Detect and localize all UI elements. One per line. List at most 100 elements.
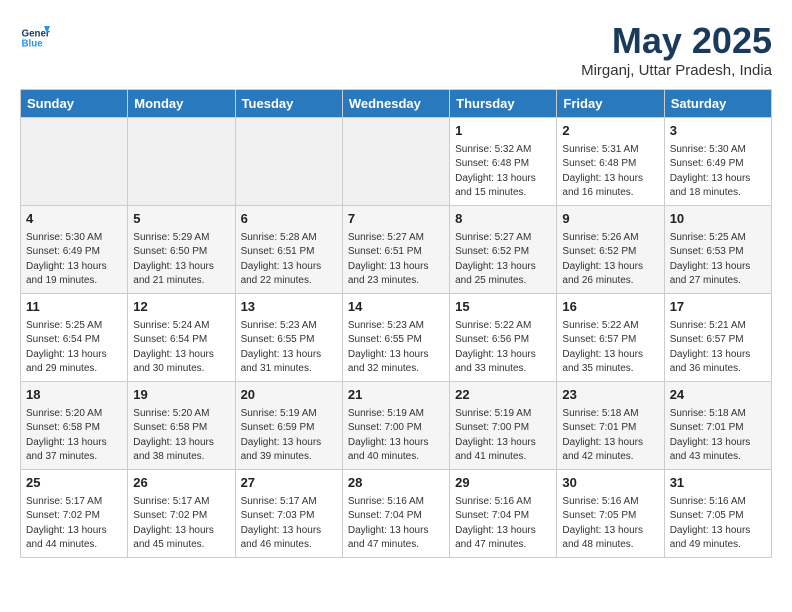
day-info: and 42 minutes.	[562, 450, 658, 465]
day-info: Daylight: 13 hours	[670, 436, 766, 451]
day-info: Sunrise: 5:19 AM	[348, 407, 444, 422]
day-info: and 37 minutes.	[26, 450, 122, 465]
day-info: and 49 minutes.	[670, 538, 766, 553]
day-info: Sunrise: 5:26 AM	[562, 231, 658, 246]
day-info: Daylight: 13 hours	[133, 348, 229, 363]
calendar-cell: 12Sunrise: 5:24 AMSunset: 6:54 PMDayligh…	[128, 294, 235, 382]
day-info: Daylight: 13 hours	[26, 260, 122, 275]
day-info: and 30 minutes.	[133, 362, 229, 377]
weekday-header: Friday	[557, 90, 664, 118]
calendar-cell: 2Sunrise: 5:31 AMSunset: 6:48 PMDaylight…	[557, 118, 664, 206]
day-info: Sunrise: 5:16 AM	[670, 495, 766, 510]
calendar-cell: 25Sunrise: 5:17 AMSunset: 7:02 PMDayligh…	[21, 470, 128, 558]
calendar-cell: 19 Sunrise: 5:20 AMSunset: 6:58 PMDayligh…	[128, 382, 235, 470]
day-number: 19	[133, 386, 229, 405]
day-info: Sunset: 6:52 PM	[562, 245, 658, 260]
day-info: and 26 minutes.	[562, 274, 658, 289]
day-info: Daylight: 13 hours	[670, 524, 766, 539]
day-info: Daylight: 13 hours	[455, 524, 551, 539]
calendar-cell: 5Sunrise: 5:29 AMSunset: 6:50 PMDaylight…	[128, 206, 235, 294]
day-info: Sunset: 7:04 PM	[455, 509, 551, 524]
calendar-cell	[235, 118, 342, 206]
day-number: 22	[455, 386, 551, 405]
day-info: and 45 minutes.	[133, 538, 229, 553]
day-info: Daylight: 13 hours	[241, 260, 337, 275]
day-info: Sunset: 6:53 PM	[670, 245, 766, 260]
day-number: 26	[133, 474, 229, 493]
day-info: Sunset: 7:03 PM	[241, 509, 337, 524]
day-number: 4	[26, 210, 122, 229]
day-info: Sunrise: 5:16 AM	[348, 495, 444, 510]
day-info: Sunrise: 5:20 AM	[26, 407, 122, 422]
day-info: and 23 minutes.	[348, 274, 444, 289]
calendar-cell	[21, 118, 128, 206]
day-number: 18	[26, 386, 122, 405]
day-info: Sunset: 6:52 PM	[455, 245, 551, 260]
calendar-cell: 18Sunrise: 5:20 AMSunset: 6:58 PMDayligh…	[21, 382, 128, 470]
day-info: Sunrise: 5:20 AM	[133, 407, 229, 422]
day-info: Sunset: 7:02 PM	[133, 509, 229, 524]
day-number: 21	[348, 386, 444, 405]
weekday-header: Wednesday	[342, 90, 449, 118]
day-info: Daylight: 13 hours	[241, 348, 337, 363]
calendar-cell	[342, 118, 449, 206]
day-info: Daylight: 13 hours	[562, 524, 658, 539]
calendar-cell: 9 Sunrise: 5:26 AMSunset: 6:52 PMDaylight…	[557, 206, 664, 294]
location: Mirganj, Uttar Pradesh, India	[581, 62, 772, 79]
calendar-cell: 8Sunrise: 5:27 AMSunset: 6:52 PMDaylight…	[450, 206, 557, 294]
day-number: 14	[348, 298, 444, 317]
day-info: Sunset: 6:51 PM	[241, 245, 337, 260]
day-info: and 44 minutes.	[26, 538, 122, 553]
day-info: Sunrise: 5:30 AM	[670, 143, 766, 158]
day-info: Sunset: 6:58 PM	[133, 421, 229, 436]
day-info: Sunrise: 5:21 AM	[670, 319, 766, 334]
day-info: Sunrise: 5:16 AM	[562, 495, 658, 510]
weekday-header: Sunday	[21, 90, 128, 118]
day-info: Sunset: 6:51 PM	[348, 245, 444, 260]
day-number: 10	[670, 210, 766, 229]
calendar-cell: 29Sunrise: 5:16 AMSunset: 7:04 PMDayligh…	[450, 470, 557, 558]
day-info: Daylight: 13 hours	[26, 524, 122, 539]
day-info: Daylight: 13 hours	[241, 524, 337, 539]
day-info: Sunset: 6:55 PM	[348, 333, 444, 348]
day-number: 15	[455, 298, 551, 317]
calendar-cell: 1Sunrise: 5:32 AMSunset: 6:48 PMDaylight…	[450, 118, 557, 206]
weekday-header: Monday	[128, 90, 235, 118]
day-info: Sunset: 7:05 PM	[562, 509, 658, 524]
day-info: and 48 minutes.	[562, 538, 658, 553]
day-info: Daylight: 13 hours	[133, 436, 229, 451]
day-info: Daylight: 13 hours	[562, 348, 658, 363]
day-info: Sunrise: 5:18 AM	[562, 407, 658, 422]
calendar-cell: 26Sunrise: 5:17 AMSunset: 7:02 PMDayligh…	[128, 470, 235, 558]
day-number: 3	[670, 122, 766, 141]
day-number: 8	[455, 210, 551, 229]
day-info: and 41 minutes.	[455, 450, 551, 465]
day-info: and 47 minutes.	[455, 538, 551, 553]
calendar-cell: 23Sunrise: 5:18 AMSunset: 7:01 PMDayligh…	[557, 382, 664, 470]
day-info: and 18 minutes.	[670, 186, 766, 201]
weekday-header: Thursday	[450, 90, 557, 118]
day-info: and 27 minutes.	[670, 274, 766, 289]
day-info: Sunrise: 5:16 AM	[455, 495, 551, 510]
day-info: and 40 minutes.	[348, 450, 444, 465]
day-info: Sunset: 7:00 PM	[455, 421, 551, 436]
day-info: Sunrise: 5:25 AM	[26, 319, 122, 334]
day-info: Sunrise: 5:18 AM	[670, 407, 766, 422]
calendar-week-row: 18Sunrise: 5:20 AMSunset: 6:58 PMDayligh…	[21, 382, 772, 470]
day-info: and 36 minutes.	[670, 362, 766, 377]
day-info: Sunset: 7:04 PM	[348, 509, 444, 524]
day-number: 31	[670, 474, 766, 493]
day-info: Daylight: 13 hours	[562, 260, 658, 275]
calendar-cell: 21Sunrise: 5:19 AMSunset: 7:00 PMDayligh…	[342, 382, 449, 470]
day-number: 9	[562, 210, 658, 229]
day-info: Sunrise: 5:28 AM	[241, 231, 337, 246]
day-info: and 22 minutes.	[241, 274, 337, 289]
calendar-cell: 13Sunrise: 5:23 AMSunset: 6:55 PMDayligh…	[235, 294, 342, 382]
day-info: Sunrise: 5:23 AM	[348, 319, 444, 334]
day-info: Daylight: 13 hours	[241, 436, 337, 451]
weekday-header: Tuesday	[235, 90, 342, 118]
day-info: and 46 minutes.	[241, 538, 337, 553]
calendar-cell: 11Sunrise: 5:25 AMSunset: 6:54 PMDayligh…	[21, 294, 128, 382]
day-info: and 39 minutes.	[241, 450, 337, 465]
day-info: and 35 minutes.	[562, 362, 658, 377]
